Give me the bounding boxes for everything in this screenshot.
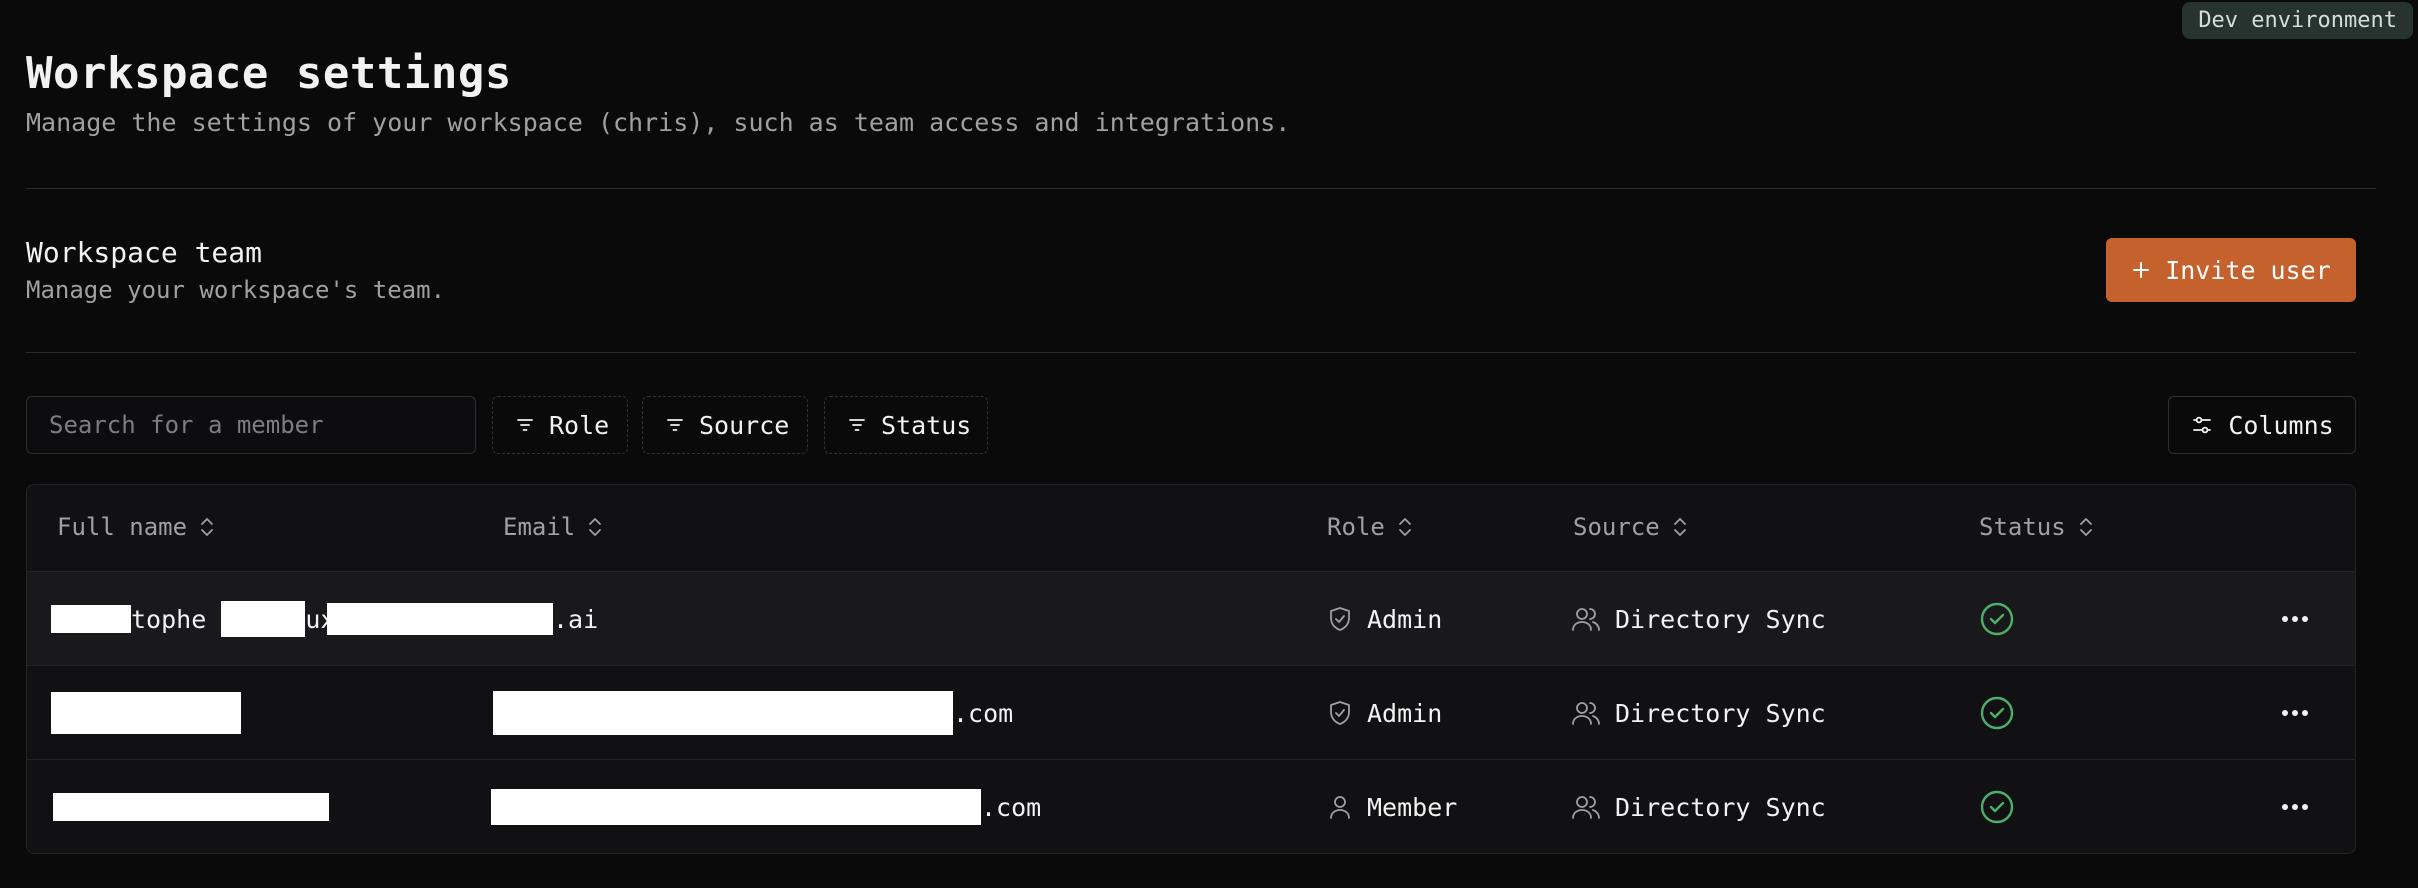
team-section-subtitle: Manage your workspace's team. xyxy=(26,276,446,304)
shield-icon xyxy=(1327,699,1353,727)
members-toolbar: Role Source Status Columns xyxy=(26,396,2356,454)
status-cell xyxy=(1979,572,2015,666)
status-filter-label: Status xyxy=(881,410,972,440)
email-cell: .ai xyxy=(327,572,598,666)
users-icon xyxy=(1571,699,1601,727)
full-name-cell xyxy=(53,760,329,853)
column-header-email[interactable]: Email xyxy=(503,513,603,541)
divider xyxy=(26,352,2356,353)
status-filter-button[interactable]: Status xyxy=(824,396,988,454)
source-cell: Directory Sync xyxy=(1571,572,1826,666)
sort-icon xyxy=(2078,515,2094,539)
filter-icon xyxy=(515,415,535,435)
source-text: Directory Sync xyxy=(1615,698,1826,728)
column-header-label: Full name xyxy=(57,513,188,541)
sliders-icon xyxy=(2190,413,2214,437)
column-header-source[interactable]: Source xyxy=(1573,513,1688,541)
filter-icon xyxy=(847,415,867,435)
status-cell xyxy=(1979,760,2015,853)
column-header-label: Status xyxy=(1979,513,2066,541)
table-row[interactable]: tophe ux .ai Admin Directory Sync xyxy=(27,571,2355,665)
user-icon xyxy=(1327,793,1353,821)
full-name-cell xyxy=(51,666,241,760)
redacted-block xyxy=(491,789,981,825)
row-actions-cell xyxy=(2275,572,2315,666)
redacted-block xyxy=(493,691,953,735)
full-name-cell: tophe ux xyxy=(51,572,335,666)
invite-user-label: Invite user xyxy=(2165,255,2331,285)
row-actions-cell xyxy=(2275,760,2315,853)
more-actions-button[interactable] xyxy=(2275,797,2315,817)
more-horizontal-icon xyxy=(2281,615,2309,623)
divider xyxy=(26,188,2376,189)
column-header-label: Source xyxy=(1573,513,1660,541)
sort-icon xyxy=(1397,515,1413,539)
check-circle-icon xyxy=(1979,695,2015,731)
role-cell: Member xyxy=(1327,760,1458,853)
team-section-title: Workspace team xyxy=(26,236,263,269)
sort-icon xyxy=(1672,515,1688,539)
column-header-status[interactable]: Status xyxy=(1979,513,2094,541)
source-text: Directory Sync xyxy=(1615,792,1826,822)
columns-label: Columns xyxy=(2228,410,2334,440)
redacted-block xyxy=(51,692,241,734)
email-cell: .com xyxy=(491,760,1042,853)
status-cell xyxy=(1979,666,2015,760)
full-name-text: tophe xyxy=(131,604,222,634)
email-text: .com xyxy=(981,792,1042,822)
redacted-block xyxy=(221,601,306,637)
source-cell: Directory Sync xyxy=(1571,666,1826,760)
table-row[interactable]: .com Admin Directory Sync xyxy=(27,665,2355,759)
column-header-label: Email xyxy=(503,513,576,541)
more-actions-button[interactable] xyxy=(2275,609,2315,629)
users-icon xyxy=(1571,793,1601,821)
role-text: Admin xyxy=(1367,604,1443,634)
column-header-full-name[interactable]: Full name xyxy=(57,513,215,541)
dev-environment-badge: Dev environment xyxy=(2182,2,2413,39)
invite-user-button[interactable]: Invite user xyxy=(2106,238,2356,302)
member-search-input[interactable] xyxy=(26,396,476,454)
check-circle-icon xyxy=(1979,601,2015,637)
table-row[interactable]: .com Member Directory Sync xyxy=(27,759,2355,853)
page-subtitle: Manage the settings of your workspace (c… xyxy=(26,108,1291,137)
more-horizontal-icon xyxy=(2281,709,2309,717)
source-text: Directory Sync xyxy=(1615,604,1826,634)
role-cell: Admin xyxy=(1327,666,1442,760)
columns-button[interactable]: Columns xyxy=(2168,396,2356,454)
source-filter-label: Source xyxy=(699,410,790,440)
row-actions-cell xyxy=(2275,666,2315,760)
role-cell: Admin xyxy=(1327,572,1442,666)
source-filter-button[interactable]: Source xyxy=(642,396,808,454)
column-header-role[interactable]: Role xyxy=(1327,513,1413,541)
email-text: .ai xyxy=(553,604,599,634)
source-cell: Directory Sync xyxy=(1571,760,1826,853)
check-circle-icon xyxy=(1979,789,2015,825)
sort-icon xyxy=(199,515,215,539)
redacted-block xyxy=(327,603,553,635)
users-icon xyxy=(1571,605,1601,633)
filter-icon xyxy=(665,415,685,435)
email-text: .com xyxy=(953,698,1014,728)
sort-icon xyxy=(587,515,603,539)
role-text: Member xyxy=(1367,792,1458,822)
column-header-label: Role xyxy=(1327,513,1385,541)
page-title: Workspace settings xyxy=(26,48,512,99)
role-text: Admin xyxy=(1367,698,1443,728)
more-actions-button[interactable] xyxy=(2275,703,2315,723)
email-cell: .com xyxy=(493,666,1013,760)
shield-icon xyxy=(1327,605,1353,633)
more-horizontal-icon xyxy=(2281,803,2309,811)
role-filter-label: Role xyxy=(549,410,610,440)
redacted-block xyxy=(51,605,131,633)
role-filter-button[interactable]: Role xyxy=(492,396,628,454)
redacted-block xyxy=(53,793,329,821)
members-table: Full name Email Role Source Status tophe… xyxy=(26,484,2356,854)
plus-icon xyxy=(2131,260,2151,280)
table-header: Full name Email Role Source Status xyxy=(27,485,2355,571)
